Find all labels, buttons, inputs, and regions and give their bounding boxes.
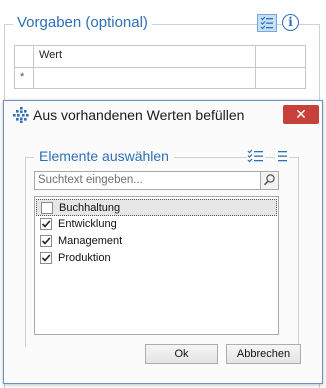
values-group-title: Vorgaben (optional) — [13, 13, 152, 33]
checkbox[interactable] — [41, 202, 53, 214]
checkbox[interactable] — [40, 235, 52, 247]
list-item-label: Produktion — [58, 252, 111, 264]
checkbox[interactable] — [40, 252, 52, 264]
select-all-icon[interactable] — [247, 148, 265, 164]
list-item-label: Buchhaltung — [59, 202, 121, 214]
checkmark-icon — [41, 237, 51, 245]
checkbox[interactable] — [40, 218, 52, 230]
info-icon[interactable]: i — [282, 14, 299, 31]
list-item-label: Management — [58, 235, 123, 247]
new-row-marker: * — [20, 71, 25, 83]
list-item-label: Entwicklung — [58, 218, 117, 230]
list-item[interactable]: Management — [36, 233, 277, 250]
close-button[interactable]: ✕ — [283, 105, 319, 124]
search-input[interactable]: Suchtext eingeben... — [34, 171, 261, 190]
deselect-all-icon[interactable] — [275, 148, 289, 164]
grid-column-header-wert[interactable]: Wert — [39, 49, 62, 61]
list-item[interactable]: Entwicklung — [36, 216, 277, 233]
checkmark-icon — [41, 254, 51, 262]
search-icon — [263, 174, 275, 186]
values-grid[interactable]: Wert * — [14, 45, 306, 89]
cancel-button[interactable]: Abbrechen — [226, 344, 301, 364]
ok-button[interactable]: Ok — [145, 344, 218, 364]
list-item[interactable]: Buchhaltung — [36, 199, 277, 216]
fill-from-values-dialog: Aus vorhandenen Werten befüllen ✕ Elemen… — [3, 100, 323, 384]
select-items-title: Elemente auswählen — [34, 146, 174, 166]
app-icon — [13, 107, 29, 123]
items-listbox[interactable]: Buchhaltung Entwicklung Management Produ… — [34, 196, 279, 335]
checkmark-icon — [41, 220, 51, 228]
search-button[interactable] — [261, 171, 279, 190]
dialog-title: Aus vorhandenen Werten befüllen — [33, 107, 245, 123]
dialog-titlebar[interactable]: Aus vorhandenen Werten befüllen ✕ — [4, 101, 322, 129]
list-item[interactable]: Produktion — [36, 250, 277, 267]
list-edit-icon[interactable] — [257, 14, 277, 32]
